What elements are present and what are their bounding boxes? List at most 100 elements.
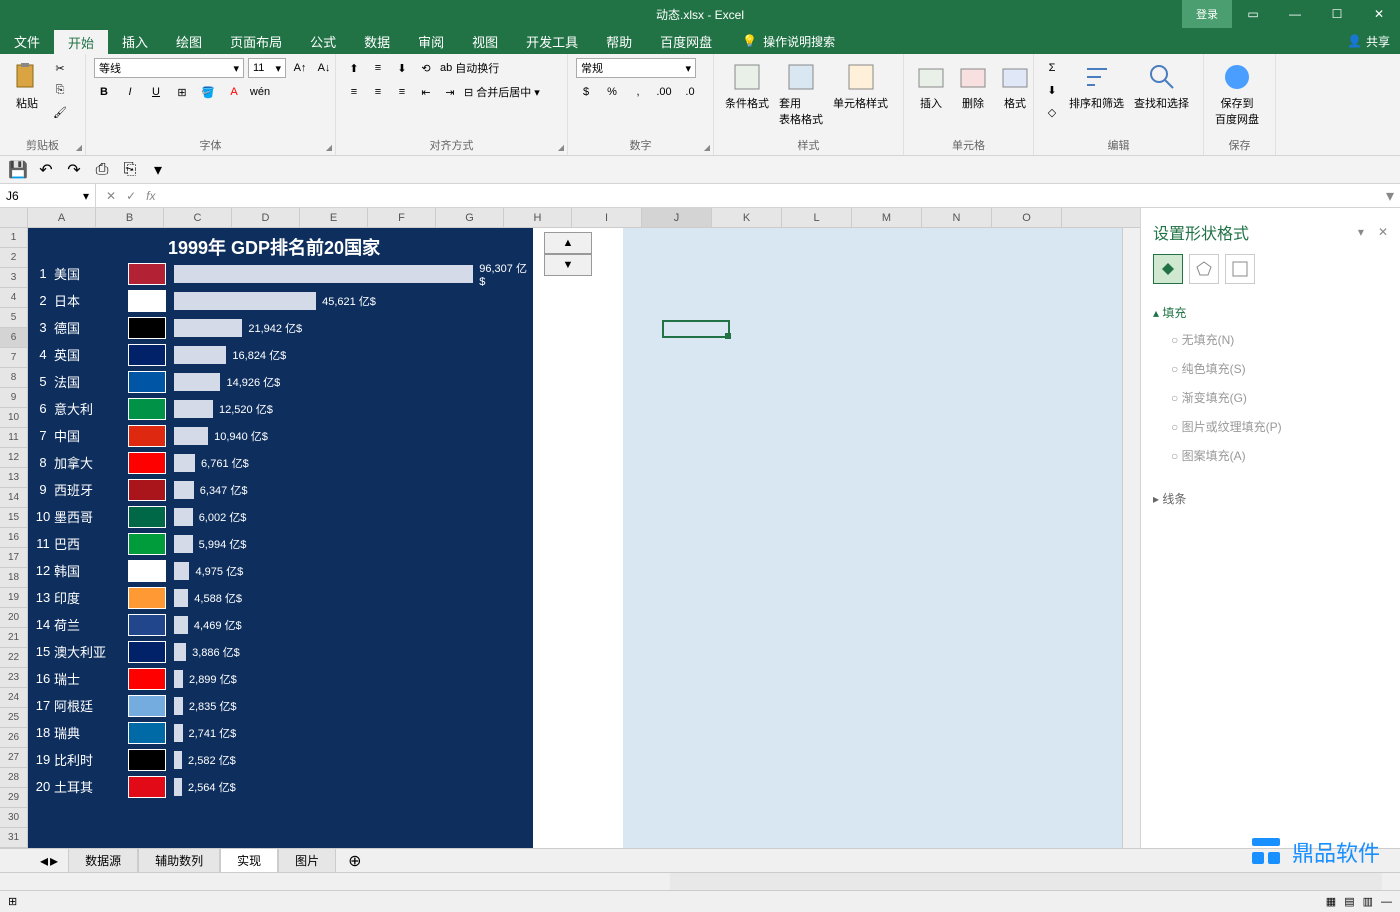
accounting-button[interactable]: $ [576,82,596,102]
sort-filter-button[interactable]: 排序和筛选 [1066,58,1127,114]
clipboard-launcher-icon[interactable]: ◢ [76,143,82,152]
shrink-font-button[interactable]: A↓ [314,58,334,78]
row-header-8[interactable]: 8 [0,368,28,388]
row-header-19[interactable]: 19 [0,588,28,608]
menu-developer[interactable]: 开发工具 [512,28,592,54]
size-tab[interactable] [1225,254,1255,284]
delete-cells-button[interactable]: 删除 [954,58,992,114]
align-launcher-icon[interactable]: ◢ [558,143,564,152]
row-header-26[interactable]: 26 [0,728,28,748]
row-header-31[interactable]: 31 [0,828,28,848]
menu-baidu[interactable]: 百度网盘 [646,28,726,54]
border-button[interactable]: ⊞ [172,82,192,102]
row-header-7[interactable]: 7 [0,348,28,368]
row-header-25[interactable]: 25 [0,708,28,728]
col-header-C[interactable]: C [164,208,232,227]
font-size-combo[interactable]: 11▾ [248,58,286,78]
minimize-icon[interactable]: — [1274,0,1316,28]
format-painter-button[interactable]: 🖌 [50,102,70,122]
bold-button[interactable]: B [94,82,114,102]
fill-option[interactable]: ○ 渐变填充(G) [1153,383,1388,412]
fill-color-button[interactable]: 🪣 [198,82,218,102]
qat-btn1[interactable]: ⎙ [92,160,112,180]
row-header-29[interactable]: 29 [0,788,28,808]
col-header-J[interactable]: J [642,208,712,227]
row-header-2[interactable]: 2 [0,248,28,268]
redo-button[interactable]: ↷ [64,160,84,180]
align-center-button[interactable]: ≡ [368,82,388,102]
fill-option[interactable]: ○ 无填充(N) [1153,325,1388,354]
ribbon-options-icon[interactable]: ▭ [1232,0,1274,28]
col-header-N[interactable]: N [922,208,992,227]
sheet-tab[interactable]: 数据源 [68,848,138,874]
align-right-button[interactable]: ≡ [392,82,412,102]
row-header-16[interactable]: 16 [0,528,28,548]
menu-data[interactable]: 数据 [350,28,404,54]
row-header-10[interactable]: 10 [0,408,28,428]
menu-help[interactable]: 帮助 [592,28,646,54]
cells-area[interactable]: 1999年 GDP排名前20国家 1美国96,307 亿$2日本45,621 亿… [28,228,1122,848]
menu-review[interactable]: 审阅 [404,28,458,54]
percent-button[interactable]: % [602,82,622,102]
copy-button[interactable]: ⎘ [50,80,70,100]
qat-btn2[interactable]: ⎘ [120,160,140,180]
row-header-30[interactable]: 30 [0,808,28,828]
row-header-24[interactable]: 24 [0,688,28,708]
fill-option[interactable]: ○ 图片或纹理填充(P) [1153,412,1388,441]
row-header-18[interactable]: 18 [0,568,28,588]
col-header-E[interactable]: E [300,208,368,227]
row-header-22[interactable]: 22 [0,648,28,668]
menu-formulas[interactable]: 公式 [296,28,350,54]
align-top-button[interactable]: ⬆ [344,58,364,78]
enter-icon[interactable]: ✓ [126,189,136,203]
merge-button[interactable]: ⊟ 合并后居中 ▾ [464,82,540,102]
table-format-button[interactable]: 套用 表格格式 [776,58,826,130]
line-section-header[interactable]: ▸ 线条 [1153,486,1388,511]
row-header-5[interactable]: 5 [0,308,28,328]
col-header-O[interactable]: O [992,208,1062,227]
col-header-I[interactable]: I [572,208,642,227]
close-icon[interactable]: ✕ [1358,0,1400,28]
wrap-text-button[interactable]: ab 自动换行 [440,58,499,78]
italic-button[interactable]: I [120,82,140,102]
fill-option[interactable]: ○ 图案填充(A) [1153,441,1388,470]
row-header-9[interactable]: 9 [0,388,28,408]
align-middle-button[interactable]: ≡ [368,58,388,78]
fill-section-header[interactable]: ▴ 填充 [1153,300,1388,325]
qat-more[interactable]: ▾ [148,160,168,180]
view-normal-icon[interactable]: ▦ [1326,895,1336,908]
insert-cells-button[interactable]: 插入 [912,58,950,114]
row-header-17[interactable]: 17 [0,548,28,568]
row-header-28[interactable]: 28 [0,768,28,788]
expand-formula-icon[interactable]: ▾ [1380,186,1400,206]
grow-font-button[interactable]: A↑ [290,58,310,78]
phonetic-button[interactable]: wén [250,82,270,102]
maximize-icon[interactable]: ☐ [1316,0,1358,28]
select-all-corner[interactable] [0,208,28,227]
orientation-button[interactable]: ⟲ [416,58,436,78]
row-header-20[interactable]: 20 [0,608,28,628]
row-header-12[interactable]: 12 [0,448,28,468]
login-button[interactable]: 登录 [1182,0,1232,28]
effects-tab[interactable] [1189,254,1219,284]
tab-prev-icon[interactable]: ◂ [40,851,48,871]
cell-styles-button[interactable]: 单元格样式 [830,58,891,114]
col-header-K[interactable]: K [712,208,782,227]
menu-insert[interactable]: 插入 [108,28,162,54]
view-layout-icon[interactable]: ▤ [1344,895,1354,908]
paste-button[interactable]: 粘贴 [8,58,46,114]
undo-button[interactable]: ↶ [36,160,56,180]
sheet-tab[interactable]: 辅助数列 [138,848,220,874]
pane-close-icon[interactable]: ✕ [1378,225,1388,239]
baidu-save-button[interactable]: 保存到 百度网盘 [1212,58,1262,130]
row-header-6[interactable]: 6 [0,328,28,348]
find-select-button[interactable]: 查找和选择 [1131,58,1192,114]
menu-file[interactable]: 文件 [0,28,54,54]
spinner-down-button[interactable]: ▼ [544,254,592,276]
share-button[interactable]: 👤共享 [1347,33,1390,50]
fill-line-tab[interactable] [1153,254,1183,284]
col-header-H[interactable]: H [504,208,572,227]
horizontal-scrollbar[interactable] [0,872,1400,890]
col-header-M[interactable]: M [852,208,922,227]
number-launcher-icon[interactable]: ◢ [704,143,710,152]
